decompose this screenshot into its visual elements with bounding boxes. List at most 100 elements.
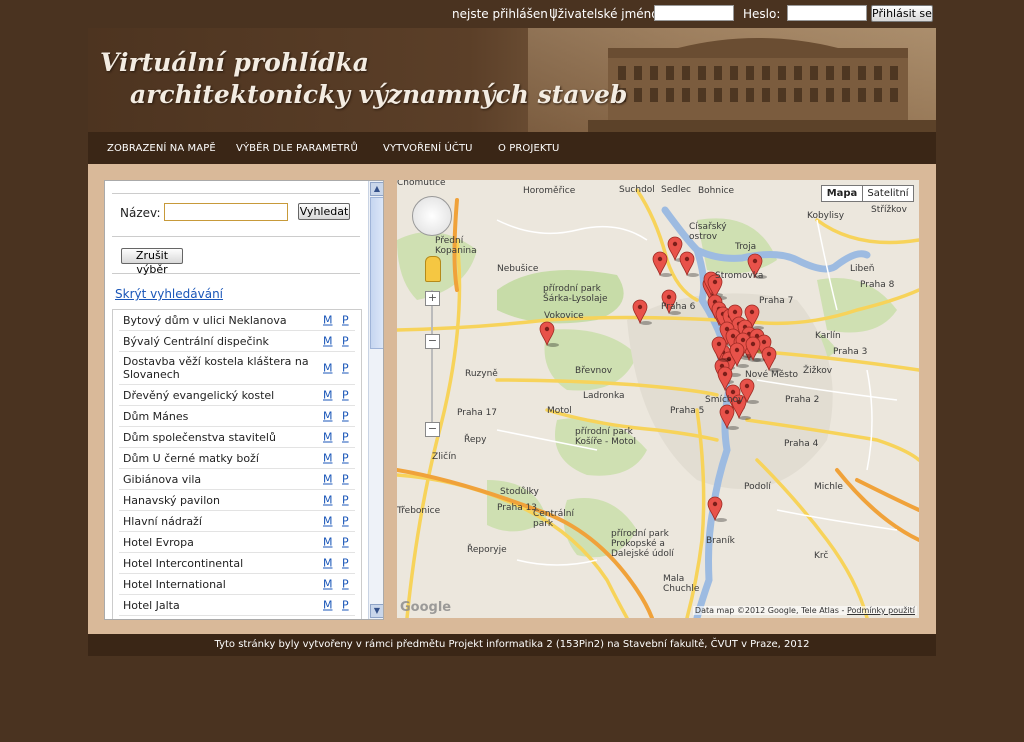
show-on-map-link[interactable]: M [323, 410, 333, 423]
building-name: Hotel International [123, 577, 226, 591]
hide-search-link[interactable]: Skrýt vyhledávání [115, 287, 223, 301]
place-label: Centrální park [533, 509, 574, 529]
show-detail-link[interactable]: P [342, 536, 349, 549]
show-on-map-link[interactable]: M [323, 362, 333, 375]
place-label: Střížkov [871, 205, 907, 215]
place-label: Ruzyně [465, 369, 498, 379]
name-search-input[interactable] [164, 203, 288, 221]
building-row: Hotel Intercontinental M P [119, 553, 355, 574]
show-on-map-link[interactable]: M [323, 335, 333, 348]
building-row: Dům U černé matky boží M P [119, 448, 355, 469]
building-row: Bytový dům v ulici Neklanova M P [119, 310, 355, 331]
place-label: Zličín [432, 452, 457, 462]
place-label: Praha 8 [860, 280, 895, 290]
zoom-out-small-button[interactable]: − [425, 334, 440, 349]
building-name: Dům Mánes [123, 409, 189, 423]
password-input[interactable] [787, 5, 867, 21]
building-row: Bývalý Centrální dispečink M P [119, 331, 355, 352]
nav-map-view[interactable]: ZOBRAZENÍ NA MAPĚ [107, 143, 216, 154]
header-banner: Virtuální prohlídka architektonicky význ… [88, 28, 936, 132]
search-button[interactable]: Vyhledat [298, 203, 350, 220]
zoom-slider-track[interactable] [431, 290, 433, 426]
show-detail-link[interactable]: P [342, 410, 349, 423]
nav-about[interactable]: O PROJEKTU [498, 143, 559, 154]
panel-scrollbar[interactable]: ▲ ▼ [368, 181, 383, 619]
terms-of-use-link[interactable]: Podmínky použití [847, 606, 915, 615]
place-label: Braník [706, 536, 735, 546]
username-input[interactable] [654, 5, 734, 21]
place-label: Karlín [815, 331, 841, 341]
scroll-down-icon[interactable]: ▼ [370, 604, 383, 618]
building-row: Gibiánova vila M P [119, 469, 355, 490]
building-row: Hotel International M P [119, 574, 355, 595]
show-on-map-link[interactable]: M [323, 599, 333, 612]
place-label: Žižkov [803, 366, 833, 376]
show-detail-link[interactable]: P [342, 314, 349, 327]
place-label: Stromovka [715, 271, 764, 281]
nav-parameter-select[interactable]: VÝBĚR DLE PARAMETRŮ [236, 143, 358, 154]
place-label: Kobylisy [807, 211, 845, 221]
show-on-map-link[interactable]: M [323, 314, 333, 327]
show-on-map-link[interactable]: M [323, 557, 333, 570]
show-on-map-link[interactable]: M [323, 389, 333, 402]
place-label: Praha 5 [670, 406, 705, 416]
show-on-map-link[interactable]: M [323, 452, 333, 465]
nav-create-account[interactable]: VYTVOŘENÍ ÚČTU [383, 143, 473, 154]
place-label: Krč [814, 551, 829, 561]
show-on-map-link[interactable]: M [323, 431, 333, 444]
pan-control-icon[interactable] [412, 196, 452, 236]
show-detail-link[interactable]: P [342, 599, 349, 612]
place-label: Vokovice [544, 311, 584, 321]
building-name: Bytový dům v ulici Neklanova [123, 313, 287, 327]
zoom-out-button[interactable]: − [425, 422, 440, 437]
place-label: Praha 17 [457, 408, 498, 418]
show-detail-link[interactable]: P [342, 362, 349, 375]
map-type-satellite-button[interactable]: Satelitní [862, 185, 914, 202]
show-on-map-link[interactable]: M [323, 494, 333, 507]
place-label: Praha 6 [661, 302, 696, 312]
show-on-map-link[interactable]: M [323, 578, 333, 591]
place-label: Císařský ostrov [689, 222, 727, 242]
show-detail-link[interactable]: P [342, 335, 349, 348]
building-name: Hlavní nádraží [123, 514, 202, 528]
building-name: Dostavba věží kostela kláštera na Slovan… [123, 355, 309, 381]
show-detail-link[interactable]: P [342, 431, 349, 444]
map-view[interactable]: Chomutice Horoměřice Suchdol Sedlec Bohn… [397, 180, 919, 618]
place-label: Praha 3 [833, 347, 868, 357]
building-name: Bývalý Centrální dispečink [123, 334, 269, 348]
building-row: Dům Mánes M P [119, 406, 355, 427]
place-label: Praha 2 [785, 395, 820, 405]
attribution-text: Data map ©2012 Google, Tele Atlas - [694, 606, 845, 615]
place-label: Třebonice [397, 506, 441, 516]
show-on-map-link[interactable]: M [323, 515, 333, 528]
login-button[interactable]: Přihlásit se [871, 5, 933, 22]
show-detail-link[interactable]: P [342, 473, 349, 486]
search-panel: Název: Vyhledat Zrušit výběr Skrýt vyhle… [104, 180, 384, 620]
show-detail-link[interactable]: P [342, 389, 349, 402]
building-name: Dům společenstva stavitelů [123, 430, 276, 444]
scroll-up-icon[interactable]: ▲ [370, 182, 383, 196]
show-detail-link[interactable]: P [342, 578, 349, 591]
show-detail-link[interactable]: P [342, 452, 349, 465]
show-detail-link[interactable]: P [342, 515, 349, 528]
zoom-in-button[interactable]: + [425, 291, 440, 306]
show-on-map-link[interactable]: M [323, 473, 333, 486]
place-label: Mala Chuchle [663, 574, 700, 594]
building-row: Dřevěný evangelický kostel M P [119, 385, 355, 406]
place-label: přírodní park Šárka-Lysolaje [543, 284, 608, 304]
street-view-pegman-icon[interactable] [425, 256, 441, 282]
place-label: Horoměřice [523, 186, 576, 196]
map-type-map-button[interactable]: Mapa [821, 185, 863, 202]
show-detail-link[interactable]: P [342, 494, 349, 507]
main-nav: ZOBRAZENÍ NA MAPĚ VÝBĚR DLE PARAMETRŮ VY… [88, 132, 936, 164]
show-on-map-link[interactable]: M [323, 536, 333, 549]
google-logo: Google [400, 600, 452, 615]
place-label: Bohnice [698, 186, 735, 196]
search-form: Název: Vyhledat [112, 193, 360, 237]
building-name: Hotel Evropa [123, 535, 194, 549]
building-row: Dostavba věží kostela kláštera na Slovan… [119, 352, 355, 385]
scroll-thumb[interactable] [370, 197, 383, 349]
page-footer: Tyto stránky byly vytvořeny v rámci před… [88, 634, 936, 656]
clear-selection-button[interactable]: Zrušit výběr [121, 248, 183, 276]
show-detail-link[interactable]: P [342, 557, 349, 570]
